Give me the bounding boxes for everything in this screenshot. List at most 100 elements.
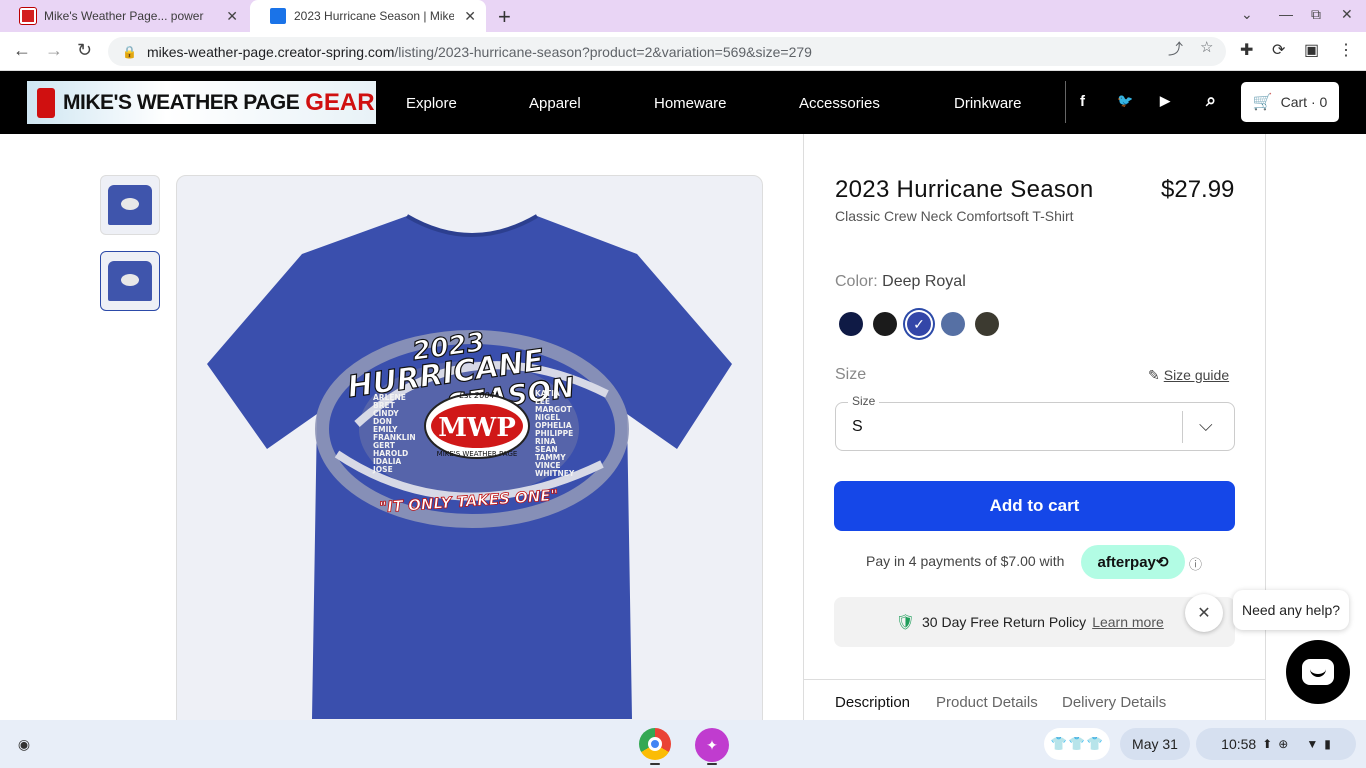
help-chat-button[interactable] bbox=[1286, 640, 1350, 704]
svg-text:JOSE: JOSE bbox=[372, 465, 393, 474]
nav-explore[interactable]: Explore bbox=[406, 95, 457, 112]
chrome-app-icon[interactable] bbox=[639, 728, 671, 760]
lock-icon: 🔒 bbox=[122, 44, 137, 59]
youtube-icon[interactable]: ▶ bbox=[1160, 93, 1170, 109]
graphic-ring-text: MIKE'S WEATHER PAGE bbox=[437, 450, 518, 458]
url-host: mikes-weather-page.creator-spring.com bbox=[146, 43, 395, 60]
check-icon: ✓ bbox=[913, 315, 925, 332]
color-swatch-deep-royal[interactable]: ✓ bbox=[907, 312, 931, 336]
status-tray[interactable]: 10:58 ⬆ ⊕ ▼ ▮ bbox=[1196, 728, 1356, 760]
forward-icon[interactable]: → bbox=[45, 40, 63, 61]
product-subtitle: Classic Crew Neck Comfortsoft T-Shirt bbox=[835, 208, 1074, 224]
thumbnail-shirt-back bbox=[108, 261, 152, 301]
window-close-icon[interactable]: ✕ bbox=[1341, 6, 1353, 23]
shop-favicon-icon bbox=[270, 8, 286, 24]
browser-tab-1[interactable]: Mike's Weather Page... powered ✕ bbox=[0, 0, 248, 32]
logo-text: MIKE'S WEATHER PAGE bbox=[63, 90, 300, 114]
help-close-button[interactable]: ✕ bbox=[1185, 594, 1223, 632]
help-bubble[interactable]: Need any help? bbox=[1233, 590, 1349, 630]
color-swatch-olive[interactable] bbox=[975, 312, 999, 336]
sync-icon[interactable]: ⟳ bbox=[1272, 40, 1285, 60]
nav-accessories[interactable]: Accessories bbox=[799, 95, 880, 112]
chat-icon bbox=[1302, 659, 1334, 685]
afterpay-badge[interactable]: afterpay⟲ bbox=[1081, 545, 1185, 579]
nav-homeware[interactable]: Homeware bbox=[654, 95, 727, 112]
star-icon[interactable]: ☆ bbox=[1200, 38, 1213, 56]
product-title: 2023 Hurricane Season bbox=[835, 176, 1094, 203]
nav-apparel[interactable]: Apparel bbox=[529, 95, 581, 112]
tab-delivery-details[interactable]: Delivery Details bbox=[1062, 694, 1166, 711]
size-value: S bbox=[852, 418, 863, 435]
chevron-down-icon: ⌵ bbox=[1199, 415, 1213, 435]
color-swatch-navy[interactable] bbox=[839, 312, 863, 336]
restore-icon[interactable]: ⧉ bbox=[1311, 6, 1321, 23]
cart-label: Cart · 0 bbox=[1280, 94, 1328, 110]
tshirt-back-illustration: 2023 HURRICANE SEASON MWP Est 2004 MIKE'… bbox=[207, 214, 732, 719]
url-path: /listing/2023-hurricane-season?product=2… bbox=[394, 43, 812, 60]
color-value: Deep Royal bbox=[882, 273, 966, 290]
tab-product-details[interactable]: Product Details bbox=[936, 694, 1038, 711]
date-pill[interactable]: May 31 bbox=[1120, 728, 1190, 760]
share-icon[interactable]: ⤴ bbox=[1168, 38, 1183, 59]
running-indicator bbox=[707, 763, 717, 765]
menu-icon[interactable]: ⋮ bbox=[1338, 40, 1354, 60]
tab-description[interactable]: Description bbox=[835, 694, 910, 711]
color-swatch-heather-blue[interactable] bbox=[941, 312, 965, 336]
facebook-icon[interactable]: f bbox=[1080, 93, 1085, 110]
tab-title: 2023 Hurricane Season | Mike's bbox=[294, 9, 454, 23]
tab-close-icon[interactable]: ✕ bbox=[226, 8, 238, 25]
product-thumbnail-front[interactable] bbox=[100, 175, 160, 235]
sidepanel-icon[interactable]: ▣ bbox=[1304, 40, 1319, 60]
wifi-icon: ▼ bbox=[1306, 737, 1319, 751]
site-logo[interactable]: MIKE'S WEATHER PAGE GEAR bbox=[27, 81, 376, 124]
select-divider bbox=[1182, 411, 1183, 443]
launcher-icon[interactable]: ◉ bbox=[10, 730, 38, 758]
search-icon[interactable]: ⌕ bbox=[1206, 90, 1216, 111]
add-to-cart-button[interactable]: Add to cart bbox=[834, 481, 1235, 531]
info-icon[interactable]: ⓘ bbox=[1189, 554, 1202, 573]
cart-button[interactable]: 🛒 Cart · 0 bbox=[1241, 82, 1339, 122]
thumbnail-shirt-front bbox=[108, 185, 152, 225]
twitter-icon[interactable]: 🐦 bbox=[1117, 93, 1133, 109]
color-swatch-black[interactable] bbox=[873, 312, 897, 336]
ruler-icon: ✎ bbox=[1148, 367, 1160, 383]
minimize-icon[interactable]: — bbox=[1279, 6, 1293, 22]
color-label: Color: Deep Royal bbox=[835, 273, 966, 290]
browser-tab-strip: Mike's Weather Page... powered ✕ 2023 Hu… bbox=[0, 0, 1366, 32]
extensions-icon[interactable]: ✚ bbox=[1240, 40, 1253, 60]
product-price: $27.99 bbox=[1161, 176, 1235, 203]
size-select[interactable]: Size S ⌵ bbox=[835, 394, 1235, 451]
logo-mark-icon bbox=[37, 87, 55, 118]
tab-search-icon[interactable]: ⌄ bbox=[1241, 6, 1253, 23]
holding-space-thumbnails[interactable]: 👕 👕 👕 bbox=[1044, 728, 1110, 760]
new-tab-button[interactable]: + bbox=[498, 4, 511, 30]
upload-icon: ⬆ bbox=[1262, 737, 1273, 751]
learn-more-link[interactable]: Learn more bbox=[1092, 614, 1164, 630]
tabs-divider bbox=[804, 679, 1265, 680]
product-thumbnail-back[interactable] bbox=[100, 251, 160, 311]
logo-accent-text: GEAR bbox=[305, 88, 375, 116]
tab-title: Mike's Weather Page... powered bbox=[44, 9, 204, 23]
cart-icon: 🛒 bbox=[1252, 94, 1273, 111]
os-shelf: ◉ ✦ 👕 👕 👕 May 31 10:58 ⬆ ⊕ ▼ ▮ bbox=[0, 720, 1366, 768]
tab-close-icon[interactable]: ✕ bbox=[464, 8, 476, 25]
size-guide-link[interactable]: ✎ Size guide bbox=[1148, 367, 1229, 384]
graphic-est: Est 2004 bbox=[459, 391, 494, 400]
address-bar[interactable]: 🔒 mikes-weather-page.creator-spring.com /… bbox=[108, 37, 1226, 66]
header-divider bbox=[1065, 81, 1066, 123]
product-main-image[interactable]: 2023 HURRICANE SEASON MWP Est 2004 MIKE'… bbox=[176, 175, 763, 735]
site-header: MIKE'S WEATHER PAGE GEAR Explore Apparel… bbox=[0, 71, 1366, 134]
nav-drinkware[interactable]: Drinkware bbox=[954, 95, 1022, 112]
size-label: Size bbox=[835, 366, 867, 383]
shirt-thumb-icon: 👕 bbox=[1086, 736, 1104, 751]
return-policy-text: 30 Day Free Return Policy bbox=[922, 614, 1087, 630]
return-policy-banner: 🛡 30 Day Free Return Policy Learn more bbox=[834, 597, 1235, 647]
clock: 10:58 bbox=[1221, 736, 1257, 752]
shield-check-icon: 🛡 bbox=[896, 614, 916, 631]
app-icon[interactable]: ✦ bbox=[695, 728, 729, 762]
graphic-center: MWP bbox=[438, 413, 516, 443]
browser-tab-2-active[interactable]: 2023 Hurricane Season | Mike's ✕ bbox=[250, 0, 486, 32]
back-icon[interactable]: ← bbox=[13, 40, 31, 61]
reload-icon[interactable]: ↻ bbox=[77, 40, 92, 61]
running-indicator bbox=[650, 763, 660, 765]
